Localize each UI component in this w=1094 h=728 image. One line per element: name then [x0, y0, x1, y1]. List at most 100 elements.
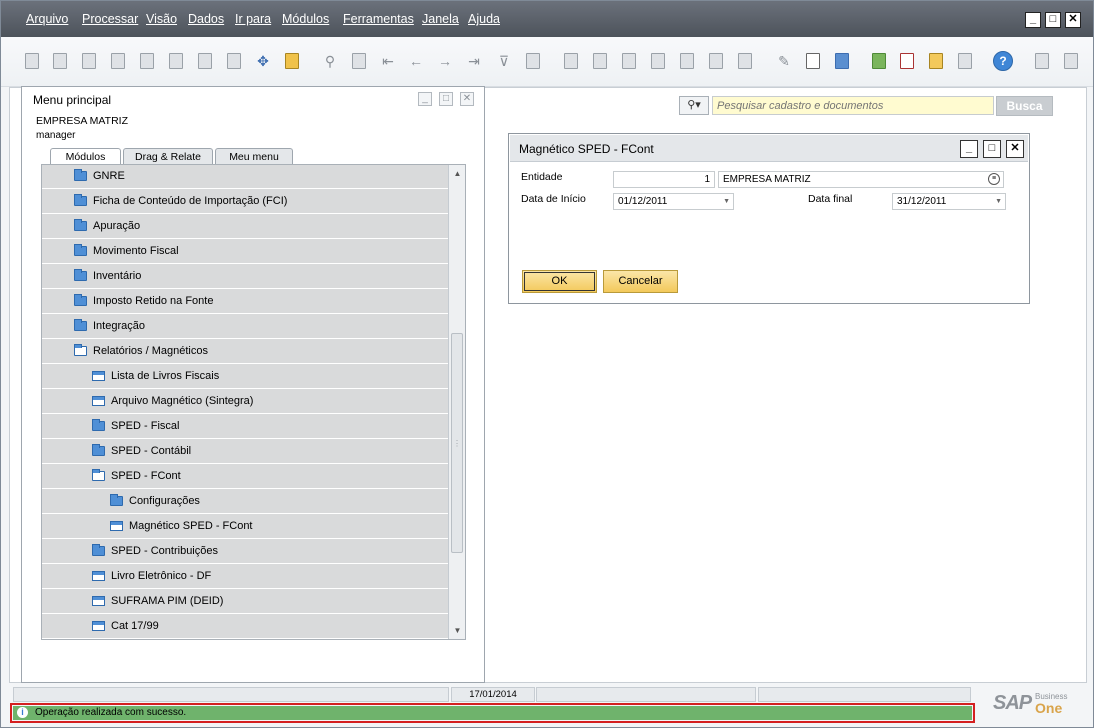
module-tree: GNRE Ficha de Conteúdo de Importação (FCI…	[41, 164, 466, 640]
tree-item[interactable]: SPED - Contribuições	[42, 540, 448, 564]
menu-ferramentas[interactable]: Ferramentas	[343, 12, 414, 26]
menu-dados[interactable]: Dados	[188, 12, 224, 26]
sms-icon[interactable]	[108, 51, 128, 71]
messages-icon[interactable]	[897, 51, 917, 71]
search-button[interactable]: Busca	[996, 96, 1053, 116]
tree-item[interactable]: SPED - Fiscal	[42, 415, 448, 439]
layout-icon[interactable]	[619, 51, 639, 71]
last-record-icon[interactable]: ⇥	[464, 51, 484, 71]
menu-janela[interactable]: Janela	[422, 12, 459, 26]
tree-item[interactable]: Cat 17/99	[42, 615, 448, 639]
ok-button[interactable]: OK	[522, 270, 597, 293]
target-document-icon[interactable]	[590, 51, 610, 71]
settings-icon[interactable]	[735, 51, 755, 71]
tree-item[interactable]: GNRE	[42, 165, 448, 189]
menu-visao[interactable]: Visão	[146, 12, 177, 26]
tree-item[interactable]: Apuração	[42, 215, 448, 239]
print-icon[interactable]	[50, 51, 70, 71]
settings-2-icon[interactable]	[1032, 51, 1052, 71]
panel-minimize-button[interactable]: _	[418, 92, 432, 106]
find-icon[interactable]: ⚲	[320, 51, 340, 71]
previous-record-icon[interactable]: ←	[406, 51, 426, 71]
data-final-label: Data final	[808, 193, 853, 205]
tree-item-label: Relatórios / Magnéticos	[93, 345, 208, 357]
data-final-field[interactable]: 31/12/2011 ▼	[892, 193, 1006, 210]
app-restore-button[interactable]: □	[1045, 12, 1061, 28]
panel-close-button[interactable]: ✕	[460, 92, 474, 106]
tree-item-label: SPED - FCont	[111, 470, 181, 482]
tree-item[interactable]: Inventário	[42, 265, 448, 289]
list-icon[interactable]: ≡	[988, 173, 1000, 185]
preview-icon[interactable]	[22, 51, 42, 71]
tree-item[interactable]: Relatórios / Magnéticos	[42, 340, 448, 364]
scroll-down-icon[interactable]: ▼	[450, 623, 465, 638]
tree-scrollbar[interactable]: ▲ ⋮ ▼	[448, 165, 465, 639]
export-excel-icon[interactable]	[166, 51, 186, 71]
scroll-thumb[interactable]: ⋮	[451, 333, 463, 553]
filter-icon[interactable]: ⊽	[494, 51, 514, 71]
sort-icon[interactable]	[523, 51, 543, 71]
tree-item[interactable]: Configurações	[42, 490, 448, 514]
entidade-name-field[interactable]: EMPRESA MATRIZ ≡	[718, 171, 1004, 188]
add-icon[interactable]	[349, 51, 369, 71]
export-word-icon[interactable]	[195, 51, 215, 71]
tree-item[interactable]: Livro Eletrônico - DF	[42, 565, 448, 589]
journal-icon[interactable]	[648, 51, 668, 71]
scroll-up-icon[interactable]: ▲	[450, 166, 465, 181]
document-icon	[92, 571, 105, 581]
document-icon	[92, 621, 105, 631]
panel-restore-button[interactable]: □	[439, 92, 453, 106]
export-pdf-icon[interactable]	[224, 51, 244, 71]
launch-icon[interactable]: ✥	[253, 51, 273, 71]
gross-profit-icon[interactable]	[677, 51, 697, 71]
spreadsheet-icon[interactable]	[926, 51, 946, 71]
calendar-icon[interactable]	[869, 51, 889, 71]
settings-3-icon[interactable]	[1061, 51, 1081, 71]
dialog-minimize-button[interactable]: _	[960, 140, 978, 158]
app-close-button[interactable]: ✕	[1065, 12, 1081, 28]
tree-item[interactable]: Movimento Fiscal	[42, 240, 448, 264]
tree-item[interactable]: SPED - FCont	[42, 465, 448, 489]
fax-icon[interactable]	[137, 51, 157, 71]
tree-item[interactable]: Integração	[42, 315, 448, 339]
hierarchy-icon[interactable]	[955, 51, 975, 71]
database-icon[interactable]	[832, 51, 852, 71]
settings-document-icon[interactable]	[803, 51, 823, 71]
menu-arquivo[interactable]: Arquivo	[26, 12, 68, 26]
entidade-code-field[interactable]: 1	[613, 171, 715, 188]
tree-item[interactable]: Ficha de Conteúdo de Importação (FCI)	[42, 190, 448, 214]
tree-item[interactable]: Lista de Livros Fiscais	[42, 365, 448, 389]
dialog-restore-button[interactable]: □	[983, 140, 1001, 158]
chevron-down-icon[interactable]: ▼	[723, 194, 730, 209]
folder-icon	[74, 244, 87, 256]
data-inicio-field[interactable]: 01/12/2011 ▼	[613, 193, 734, 210]
folder-icon	[74, 194, 87, 206]
cancel-button[interactable]: Cancelar	[603, 270, 678, 293]
tree-item[interactable]: Arquivo Magnético (Sintegra)	[42, 390, 448, 414]
menu-ajuda[interactable]: Ajuda	[468, 12, 500, 26]
help-icon[interactable]: ?	[993, 51, 1013, 71]
tree-item-label: Inventário	[93, 270, 142, 282]
tree-item-label: Lista de Livros Fiscais	[111, 370, 220, 382]
email-icon[interactable]	[79, 51, 99, 71]
search-input[interactable]	[712, 96, 994, 115]
first-record-icon[interactable]: ⇤	[378, 51, 398, 71]
chevron-down-icon[interactable]: ▼	[995, 194, 1002, 209]
search-options-button[interactable]: ⚲▾	[679, 96, 709, 115]
menu-ir-para[interactable]: Ir para	[235, 12, 271, 26]
next-record-icon[interactable]: →	[435, 51, 455, 71]
tree-item[interactable]: Imposto Retido na Fonte	[42, 290, 448, 314]
app-minimize-button[interactable]: _	[1025, 12, 1041, 28]
payment-means-icon[interactable]	[706, 51, 726, 71]
base-document-icon[interactable]	[561, 51, 581, 71]
tree-item-label: SPED - Contribuições	[111, 545, 218, 557]
edit-icon[interactable]: ✎	[774, 51, 794, 71]
menu-processar[interactable]: Processar	[82, 12, 138, 26]
tree-item[interactable]: SPED - Contábil	[42, 440, 448, 464]
dialog-title: Magnético SPED - FCont	[519, 142, 654, 156]
tree-item[interactable]: SUFRAMA PIM (DEID)	[42, 590, 448, 614]
lock-icon[interactable]	[282, 51, 302, 71]
dialog-close-button[interactable]: ✕	[1006, 140, 1024, 158]
tree-item[interactable]: Magnético SPED - FCont	[42, 515, 448, 539]
menu-modulos[interactable]: Módulos	[282, 12, 329, 26]
